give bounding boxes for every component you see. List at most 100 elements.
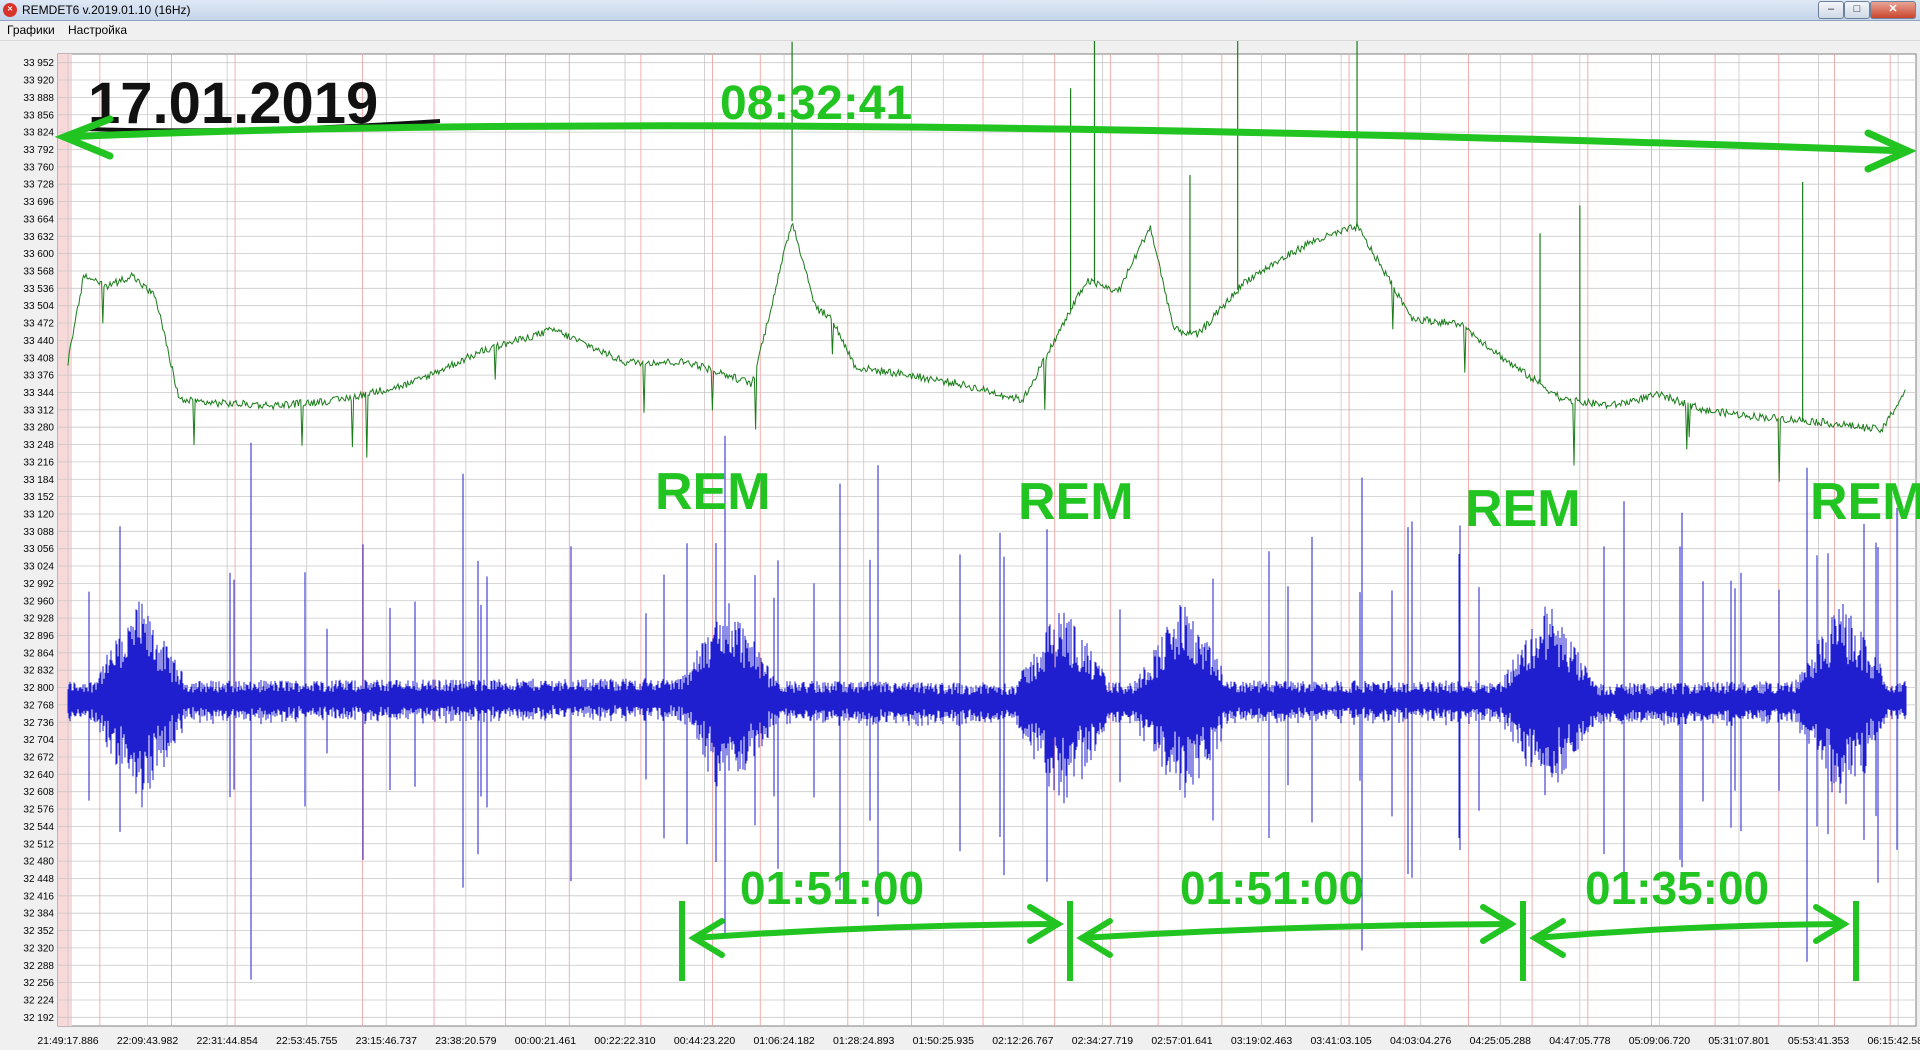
annotation-rem-label: REM (1465, 480, 1581, 538)
y-tick-label: 33 568 (23, 266, 54, 277)
y-tick-label: 33 120 (23, 509, 54, 520)
y-tick-label: 33 248 (23, 440, 54, 451)
y-tick-label: 32 544 (23, 822, 54, 833)
y-tick-label: 33 216 (23, 457, 54, 468)
x-tick-label: 23:38:20.579 (435, 1035, 496, 1047)
x-tick-label: 00:00:21.461 (515, 1035, 576, 1047)
y-tick-label: 33 824 (23, 128, 54, 139)
y-tick-label: 32 480 (23, 857, 54, 868)
x-tick-label: 02:57:01.641 (1151, 1035, 1212, 1047)
x-tick-label: 03:41:03.105 (1310, 1035, 1371, 1047)
x-tick-label: 04:25:05.288 (1470, 1035, 1531, 1047)
x-tick-label: 04:03:04.276 (1390, 1035, 1451, 1047)
x-tick-label: 03:19:02.463 (1231, 1035, 1292, 1047)
y-tick-label: 33 184 (23, 475, 54, 486)
x-tick-label: 01:50:25.935 (913, 1035, 974, 1047)
start-marker-band (58, 54, 72, 1026)
y-tick-label: 33 056 (23, 544, 54, 555)
maximize-button[interactable]: □ (1844, 1, 1870, 19)
app-logo-icon[interactable]: ✕ (3, 3, 17, 17)
y-tick-label: 33 280 (23, 423, 54, 434)
y-tick-label: 33 664 (23, 214, 54, 225)
y-tick-label: 33 440 (23, 336, 54, 347)
y-tick-label: 33 888 (23, 93, 54, 104)
x-tick-label: 22:53:45.755 (276, 1035, 337, 1047)
y-tick-label: 33 600 (23, 249, 54, 260)
close-icon: ✕ (1888, 3, 1898, 15)
x-tick-label: 05:53:41.353 (1788, 1035, 1849, 1047)
maximize-icon: □ (1853, 3, 1861, 15)
y-tick-label: 33 632 (23, 232, 54, 243)
y-tick-label: 32 800 (23, 683, 54, 694)
y-tick-label: 33 856 (23, 110, 54, 121)
title-bar: ✕ REMDET6 v.2019.01.10 (16Hz) – □ ✕ (0, 0, 1920, 21)
y-tick-label: 32 736 (23, 718, 54, 729)
y-tick-label: 33 376 (23, 371, 54, 382)
x-tick-label: 05:09:06.720 (1629, 1035, 1690, 1047)
x-tick-label: 22:09:43.982 (117, 1035, 178, 1047)
y-tick-label: 32 608 (23, 787, 54, 798)
y-tick-label: 32 672 (23, 752, 54, 763)
annotation-cycle-duration: 01:51:00 (1180, 862, 1364, 914)
x-tick-label: 04:47:05.778 (1549, 1035, 1610, 1047)
annotation-rem-label: REM (1018, 473, 1134, 531)
y-tick-label: 33 088 (23, 527, 54, 538)
annotation-cycle-duration: 01:51:00 (740, 862, 924, 914)
y-tick-label: 32 384 (23, 909, 54, 920)
y-tick-label: 32 928 (23, 614, 54, 625)
y-tick-label: 32 192 (23, 1013, 54, 1024)
y-tick-label: 32 704 (23, 735, 54, 746)
minimize-icon: – (1827, 3, 1835, 15)
y-tick-label: 33 536 (23, 284, 54, 295)
x-tick-label: 02:34:27.719 (1072, 1035, 1133, 1047)
y-tick-label: 32 864 (23, 648, 54, 659)
y-tick-label: 33 920 (23, 76, 54, 87)
x-tick-label: 02:12:26.767 (992, 1035, 1053, 1047)
y-tick-label: 33 472 (23, 319, 54, 330)
annotation-cycle-duration: 01:35:00 (1585, 862, 1769, 914)
annotation-rem-label: REM (655, 463, 771, 521)
y-tick-label: 32 256 (23, 978, 54, 989)
y-tick-label: 33 344 (23, 388, 54, 399)
annotation-rem-label: REM (1810, 473, 1920, 531)
minimize-button[interactable]: – (1818, 1, 1844, 19)
x-tick-label: 23:15:46.737 (356, 1035, 417, 1047)
menu-bar: Графики Настройка (0, 21, 1920, 41)
y-tick-label: 32 640 (23, 770, 54, 781)
y-tick-label: 32 512 (23, 839, 54, 850)
x-tick-label: 01:06:24.182 (753, 1035, 814, 1047)
y-tick-label: 33 408 (23, 353, 54, 364)
x-tick-label: 01:28:24.893 (833, 1035, 894, 1047)
menu-item-settings[interactable]: Настройка (68, 23, 127, 37)
x-tick-label: 00:44:23.220 (674, 1035, 735, 1047)
y-tick-label: 32 896 (23, 631, 54, 642)
annotation-total-duration: 08:32:41 (720, 77, 912, 130)
y-tick-label: 32 448 (23, 874, 54, 885)
y-tick-label: 33 760 (23, 162, 54, 173)
y-tick-label: 33 792 (23, 145, 54, 156)
menu-item-charts[interactable]: Графики (7, 23, 55, 37)
y-tick-label: 32 224 (23, 995, 54, 1006)
y-tick-label: 33 024 (23, 562, 54, 573)
y-tick-label: 32 992 (23, 579, 54, 590)
y-tick-label: 32 832 (23, 666, 54, 677)
y-tick-label: 33 504 (23, 301, 54, 312)
y-tick-label: 32 960 (23, 596, 54, 607)
x-tick-label: 06:15:42.585 (1867, 1035, 1920, 1047)
y-tick-label: 33 728 (23, 180, 54, 191)
y-tick-label: 32 576 (23, 805, 54, 816)
window-title: REMDET6 v.2019.01.10 (16Hz) (22, 3, 191, 17)
y-tick-label: 33 952 (23, 58, 54, 69)
y-tick-label: 32 416 (23, 891, 54, 902)
y-tick-label: 33 696 (23, 197, 54, 208)
close-button[interactable]: ✕ (1870, 1, 1916, 19)
y-tick-label: 32 320 (23, 943, 54, 954)
x-tick-label: 22:31:44.854 (196, 1035, 257, 1047)
chart-area[interactable]: 33 952 33 920 33 888 33 856 33 824 33 792 33 7… (0, 41, 1920, 1050)
y-tick-label: 33 152 (23, 492, 54, 503)
x-tick-label: 21:49:17.886 (37, 1035, 98, 1047)
y-tick-label: 32 352 (23, 926, 54, 937)
y-tick-label: 33 312 (23, 405, 54, 416)
y-tick-label: 32 288 (23, 961, 54, 972)
x-tick-label: 05:31:07.801 (1708, 1035, 1769, 1047)
